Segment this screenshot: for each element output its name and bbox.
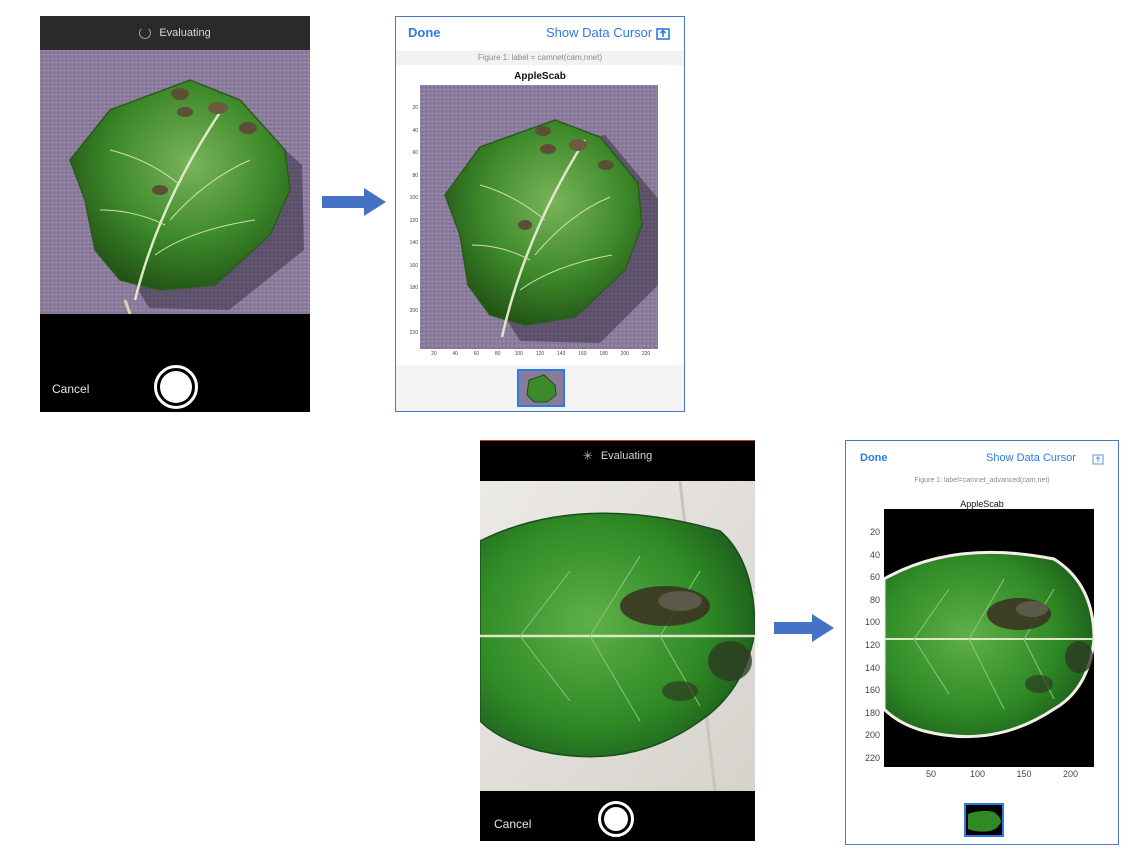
y-tick-label: 220: [409, 330, 418, 336]
x-tick-label: 80: [494, 351, 501, 357]
share-icon[interactable]: [1092, 453, 1104, 465]
status-bar: ✳ Evaluating: [480, 441, 755, 471]
plot-image: [420, 85, 658, 349]
show-data-cursor-button[interactable]: Show Data Cursor: [986, 452, 1076, 464]
status-bar: Evaluating: [40, 16, 310, 50]
x-tick-label: 200: [1062, 769, 1079, 779]
camera-viewfinder: [40, 50, 310, 314]
arrow-right-icon: [322, 188, 386, 216]
x-tick-label: 50: [925, 769, 936, 779]
y-tick-label: 20: [412, 105, 418, 111]
plot-image: [884, 509, 1094, 767]
x-tick-label: 140: [557, 351, 566, 357]
camera-screen-top: Evaluating Cancel: [40, 16, 310, 412]
x-tick-label: 180: [599, 351, 608, 357]
y-tick-label: 180: [409, 285, 418, 291]
figure-screen-bottom: Done Show Data Cursor Figure 1: label=ca…: [845, 440, 1119, 845]
y-tick-label: 80: [869, 594, 880, 605]
show-data-cursor-button[interactable]: Show Data Cursor: [546, 25, 652, 40]
y-tick-label: 80: [412, 172, 418, 179]
cancel-button[interactable]: Cancel: [52, 382, 89, 396]
y-tick-label: 100: [409, 195, 418, 201]
camera-screen-bottom: ✳ Evaluating Cancel: [480, 440, 755, 841]
shutter-button[interactable]: [154, 365, 198, 409]
y-tick-label: 140: [864, 662, 880, 673]
x-tick-label: 150: [1016, 769, 1032, 779]
figure-label: Figure 1: label = camnet(cam,nnet): [477, 53, 603, 62]
x-tick-label: 160: [578, 351, 587, 357]
x-tick-label: 20: [431, 351, 437, 357]
x-tick-label: 100: [514, 351, 523, 357]
y-tick-label: 140: [409, 240, 418, 246]
status-text: Evaluating: [159, 27, 211, 39]
spinner-icon: [139, 27, 152, 39]
y-tick-label: 200: [409, 307, 418, 314]
share-icon[interactable]: [656, 26, 670, 40]
camera-viewfinder: [480, 481, 755, 791]
thumbnail[interactable]: [964, 803, 1004, 837]
y-tick-label: 160: [409, 262, 418, 269]
shutter-button[interactable]: [598, 801, 634, 837]
y-tick-label: 120: [864, 640, 880, 650]
plot-title: AppleScab: [514, 71, 566, 82]
x-tick-label: 220: [641, 351, 651, 357]
x-tick-label: 120: [535, 351, 545, 357]
figure-label: Figure 1: label=camnet_advanced(cam,net): [914, 477, 1050, 484]
x-tick-label: 100: [969, 769, 986, 779]
y-tick-label: 200: [864, 730, 880, 741]
figure-screen-top: Done Show Data Cursor Figure 1: label = …: [395, 16, 685, 412]
x-tick-label: 40: [452, 351, 458, 357]
y-tick-label: 180: [864, 707, 880, 718]
y-tick-label: 160: [864, 685, 880, 696]
y-tick-label: 40: [869, 549, 880, 560]
y-tick-label: 120: [409, 217, 418, 224]
thumbnail[interactable]: [517, 369, 565, 407]
x-tick-label: 200: [620, 351, 629, 357]
arrow-right-icon: [774, 614, 834, 642]
activity-spinner-icon: ✳: [582, 449, 593, 463]
y-tick-label: 40: [412, 127, 418, 134]
y-tick-label: 100: [864, 617, 880, 628]
y-tick-label: 220: [864, 753, 880, 763]
x-tick-label: 60: [473, 351, 480, 357]
status-text: Evaluating: [600, 450, 653, 462]
done-button[interactable]: Done: [860, 452, 888, 464]
y-tick-label: 20: [869, 527, 880, 537]
plot-title: AppleScab: [960, 499, 1004, 509]
y-tick-label: 60: [869, 572, 880, 583]
cancel-button[interactable]: Cancel: [494, 817, 531, 831]
done-button[interactable]: Done: [408, 25, 441, 40]
y-tick-label: 60: [412, 150, 418, 156]
